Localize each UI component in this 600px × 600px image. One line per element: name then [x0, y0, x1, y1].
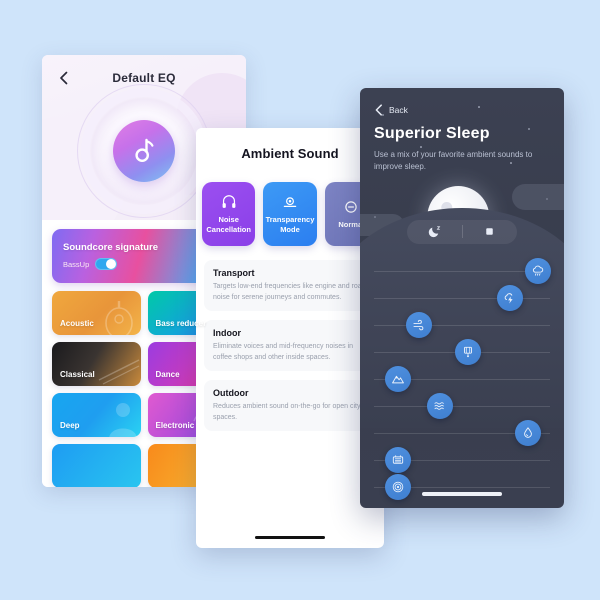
preset-tile[interactable]: Acoustic	[52, 291, 141, 335]
page-title: Ambient Sound	[241, 145, 339, 161]
preset-label: Classical	[60, 369, 95, 379]
slider-row[interactable]	[374, 257, 552, 285]
preset-label: Deep	[60, 420, 80, 430]
preset-label: Bass reducer	[155, 318, 207, 328]
slider-handle-thunder[interactable]	[497, 284, 524, 311]
superior-sleep-screen: Back Superior Sleep Use a mix of your fa…	[360, 88, 564, 508]
fingerprint-icon	[392, 481, 403, 493]
wind-icon	[413, 319, 423, 331]
ambient-mode-row: Noise Cancellation Transparency Mode Nor…	[196, 178, 384, 250]
preset-label: Acoustic	[60, 318, 94, 328]
preset-label: Electronic	[155, 420, 195, 430]
preset-tile[interactable]: Deep	[52, 393, 141, 437]
stop-square-icon	[486, 228, 493, 236]
slider-track	[374, 297, 550, 299]
preset-tile[interactable]: Classical	[52, 342, 141, 386]
screenshot-canvas: Default EQ Soundcore signature BassUp Ac…	[0, 0, 600, 600]
person-icon	[109, 403, 136, 437]
preset-tile[interactable]	[52, 444, 141, 487]
sleep-mode-stop-option[interactable]	[463, 225, 518, 238]
fan-icon	[392, 454, 403, 464]
slider-handle-wind-chime[interactable]	[454, 338, 481, 365]
slider-handle-water-drop[interactable]	[514, 419, 541, 446]
page-subtitle: Use a mix of your favorite ambient sound…	[374, 150, 533, 172]
back-label: Back	[389, 105, 408, 115]
ambient-sections: Transport Targets low-end frequencies li…	[196, 250, 384, 431]
normal-mode-icon	[345, 201, 358, 213]
slider-row[interactable]	[374, 338, 550, 366]
ambient-sound-sliders	[360, 257, 564, 501]
slider-row[interactable]	[374, 446, 550, 474]
mode-label: Transparency Mode	[265, 215, 315, 234]
guitar-icon	[104, 301, 133, 335]
mountain-icon	[391, 375, 404, 384]
toggle-knob	[106, 259, 117, 269]
ambient-sound-screen: Ambient Sound Noise Cancellation Transpa…	[196, 128, 384, 548]
chevron-left-icon	[375, 104, 382, 116]
bassup-toggle[interactable]	[95, 258, 118, 270]
preset-label: Dance	[155, 369, 180, 379]
waves-icon	[434, 402, 444, 410]
moon-sleep-icon	[428, 226, 441, 238]
ambient-header: Ambient Sound	[196, 128, 384, 178]
slider-row[interactable]	[374, 365, 550, 393]
slider-row[interactable]	[374, 419, 550, 447]
slider-handle-mountain[interactable]	[384, 365, 411, 392]
slider-track	[374, 405, 550, 407]
section-heading: Indoor	[213, 328, 241, 338]
slider-row[interactable]	[374, 311, 550, 339]
section-body: Targets low-end frequencies like engine …	[213, 283, 366, 301]
back-button[interactable]: Back	[374, 104, 550, 116]
slider-row[interactable]	[374, 392, 550, 420]
section-heading: Transport	[213, 268, 255, 278]
slider-track	[374, 270, 550, 272]
piano-icon	[98, 359, 139, 385]
section-indoor[interactable]: Indoor Eliminate voices and mid-frequenc…	[204, 320, 376, 371]
slider-row[interactable]	[374, 473, 550, 501]
soundcore-logo-icon	[113, 120, 175, 182]
home-indicator	[422, 492, 502, 496]
mode-transparency[interactable]: Transparency Mode	[263, 182, 317, 246]
section-outdoor[interactable]: Outdoor Reduces ambient sound on-the-go …	[204, 380, 376, 431]
slider-handle-fingerprint[interactable]	[384, 473, 411, 500]
home-indicator	[255, 536, 325, 539]
slider-track	[374, 324, 550, 326]
water-drop-icon	[523, 426, 532, 438]
sleep-header: Back Superior Sleep Use a mix of your fa…	[360, 88, 564, 174]
slider-row[interactable]	[374, 284, 550, 312]
cloud	[512, 184, 564, 210]
section-transport[interactable]: Transport Targets low-end frequencies li…	[204, 260, 376, 311]
bassup-label: BassUp	[63, 259, 90, 269]
slider-handle-waves[interactable]	[426, 392, 453, 419]
section-body: Reduces ambient sound on-the-go for open…	[213, 403, 361, 421]
page-title: Default EQ	[112, 71, 176, 85]
eq-top-bar: Default EQ	[42, 55, 246, 101]
mode-label: Noise Cancellation	[206, 215, 251, 234]
section-heading: Outdoor	[213, 388, 249, 398]
page-title: Superior Sleep	[374, 125, 490, 142]
wind-chime-icon	[463, 346, 472, 357]
rain-cloud-icon	[533, 265, 544, 276]
sleep-mode-moon-option[interactable]	[407, 225, 462, 238]
noise-cancel-icon	[222, 195, 236, 209]
slider-handle-wind[interactable]	[405, 311, 432, 338]
section-body: Eliminate voices and mid-frequency noise…	[213, 343, 354, 361]
thunder-icon	[504, 292, 513, 304]
slider-handle-rain[interactable]	[525, 257, 552, 284]
mode-noise-cancellation[interactable]: Noise Cancellation	[202, 182, 256, 246]
transparency-icon	[283, 197, 297, 208]
sleep-mode-toggle	[407, 219, 518, 244]
slider-handle-fan[interactable]	[384, 446, 411, 473]
chevron-left-icon[interactable]	[56, 70, 72, 86]
